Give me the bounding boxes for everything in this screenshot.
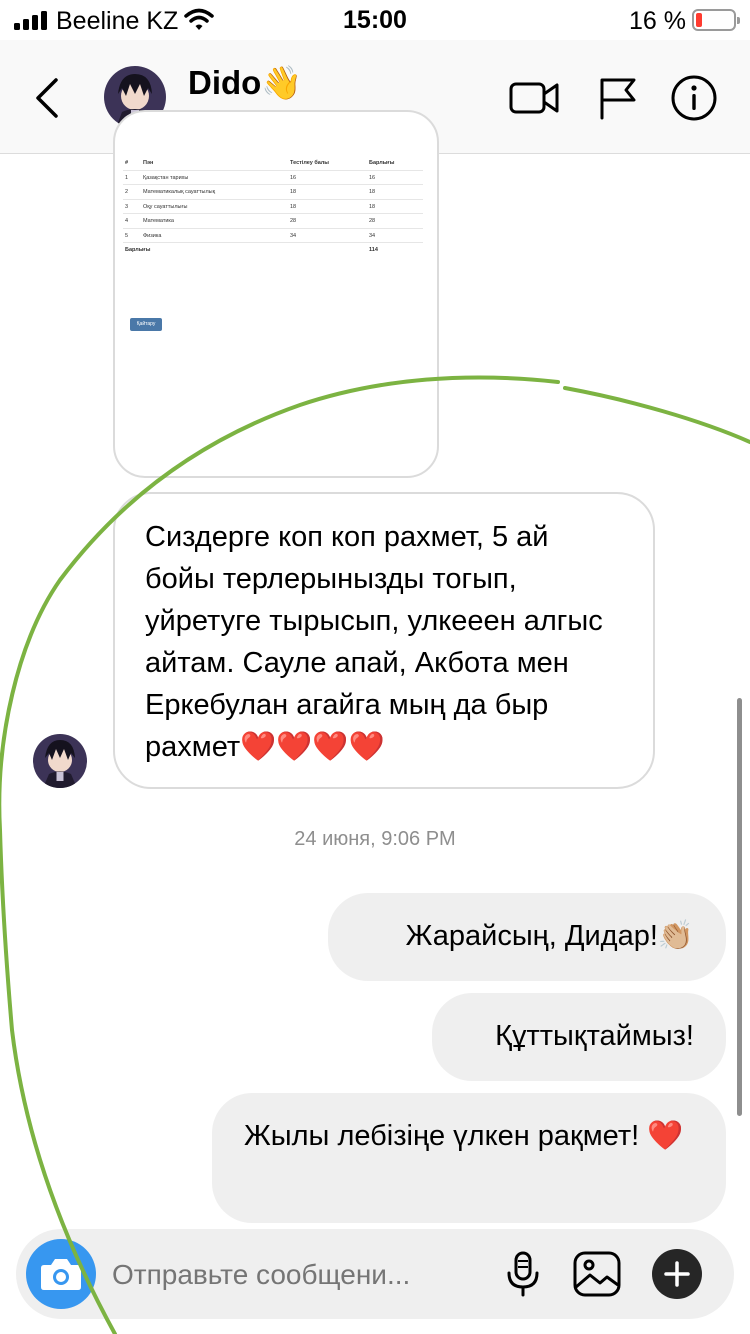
back-icon[interactable] [28,74,68,122]
camera-icon [41,1259,81,1290]
contact-name[interactable]: Dido👋 [188,64,302,103]
incoming-message-bubble[interactable]: Сиздерге коп коп рахмет, 5 ай бойы терле… [113,492,655,789]
table-cell: 18 [290,203,297,210]
table-cell: 3 [125,203,129,210]
table-header-row: # Пән Тестілеу балы Барлығы [123,156,423,171]
sender-avatar[interactable] [33,734,87,788]
table-cell: 16 [290,174,297,181]
table-cell: 5 [125,232,129,239]
outgoing-message-bubble[interactable]: Жылы лебізіңе үлкен рақмет! ❤️ [212,1093,726,1223]
microphone-icon[interactable] [498,1249,548,1299]
battery-icon [692,9,740,31]
table-total-row: Барлығы 114 [123,243,423,258]
return-button: Қайтару [130,318,162,331]
plus-icon [664,1261,690,1287]
table-cell: 18 [290,189,297,195]
message-timestamp: 24 июня, 9:06 PM [294,828,456,850]
info-icon[interactable] [668,74,720,122]
shared-screenshot-card[interactable]: # Пән Тестілеу балы Барлығы 1 Қазақстан … [113,110,439,478]
results-table: # Пән Тестілеу балы Барлығы 1 Қазақстан … [123,156,423,331]
table-row: 4 Математика 28 28 [123,214,423,229]
table-cell: 4 [125,218,129,224]
camera-button[interactable] [26,1239,96,1309]
gallery-icon[interactable] [572,1249,622,1299]
table-cell: Математикалық сауаттылық [143,189,216,195]
video-call-icon[interactable] [508,74,560,122]
column-header: Барлығы [369,160,395,166]
table-cell: Қазақстан тарихы [143,174,189,181]
table-cell: 28 [369,218,376,224]
scrollbar[interactable] [737,698,742,1116]
column-header: # [125,160,129,166]
table-cell: 18 [369,189,376,195]
message-composer [16,1229,734,1319]
status-bar: Beeline KZ 15:00 16 % [0,0,750,40]
table-cell: Оқу сауаттылығы [143,203,188,210]
total-label: Барлығы [125,247,151,253]
battery-percentage: 16 % [629,7,686,35]
outgoing-message-bubble[interactable]: Жарайсың, Дидар!👏🏼 [328,893,726,981]
table-cell: 1 [125,174,129,181]
table-cell: 34 [290,232,297,239]
table-row: 2 Математикалық сауаттылық 18 18 [123,185,423,200]
column-header: Пән [143,160,154,166]
table-cell: 2 [125,189,129,195]
outgoing-message-bubble[interactable]: Құттықтаймыз! [432,993,726,1081]
message-input[interactable] [112,1255,492,1295]
table-cell: 18 [369,203,376,210]
table-cell: 28 [290,218,297,224]
table-cell: 34 [369,232,376,239]
table-cell: 16 [369,174,376,181]
table-row: 3 Оқу сауаттылығы 18 18 [123,200,423,214]
table-row: 5 Физика 34 34 [123,229,423,243]
table-row: 1 Қазақстан тарихы 16 16 [123,171,423,185]
battery-fill [696,13,702,27]
column-header: Тестілеу балы [290,160,329,166]
table-cell: Математика [143,218,174,224]
add-button[interactable] [652,1249,702,1299]
table-cell: Физика [143,232,162,239]
flag-icon[interactable] [592,74,644,122]
total-value: 114 [369,247,378,253]
